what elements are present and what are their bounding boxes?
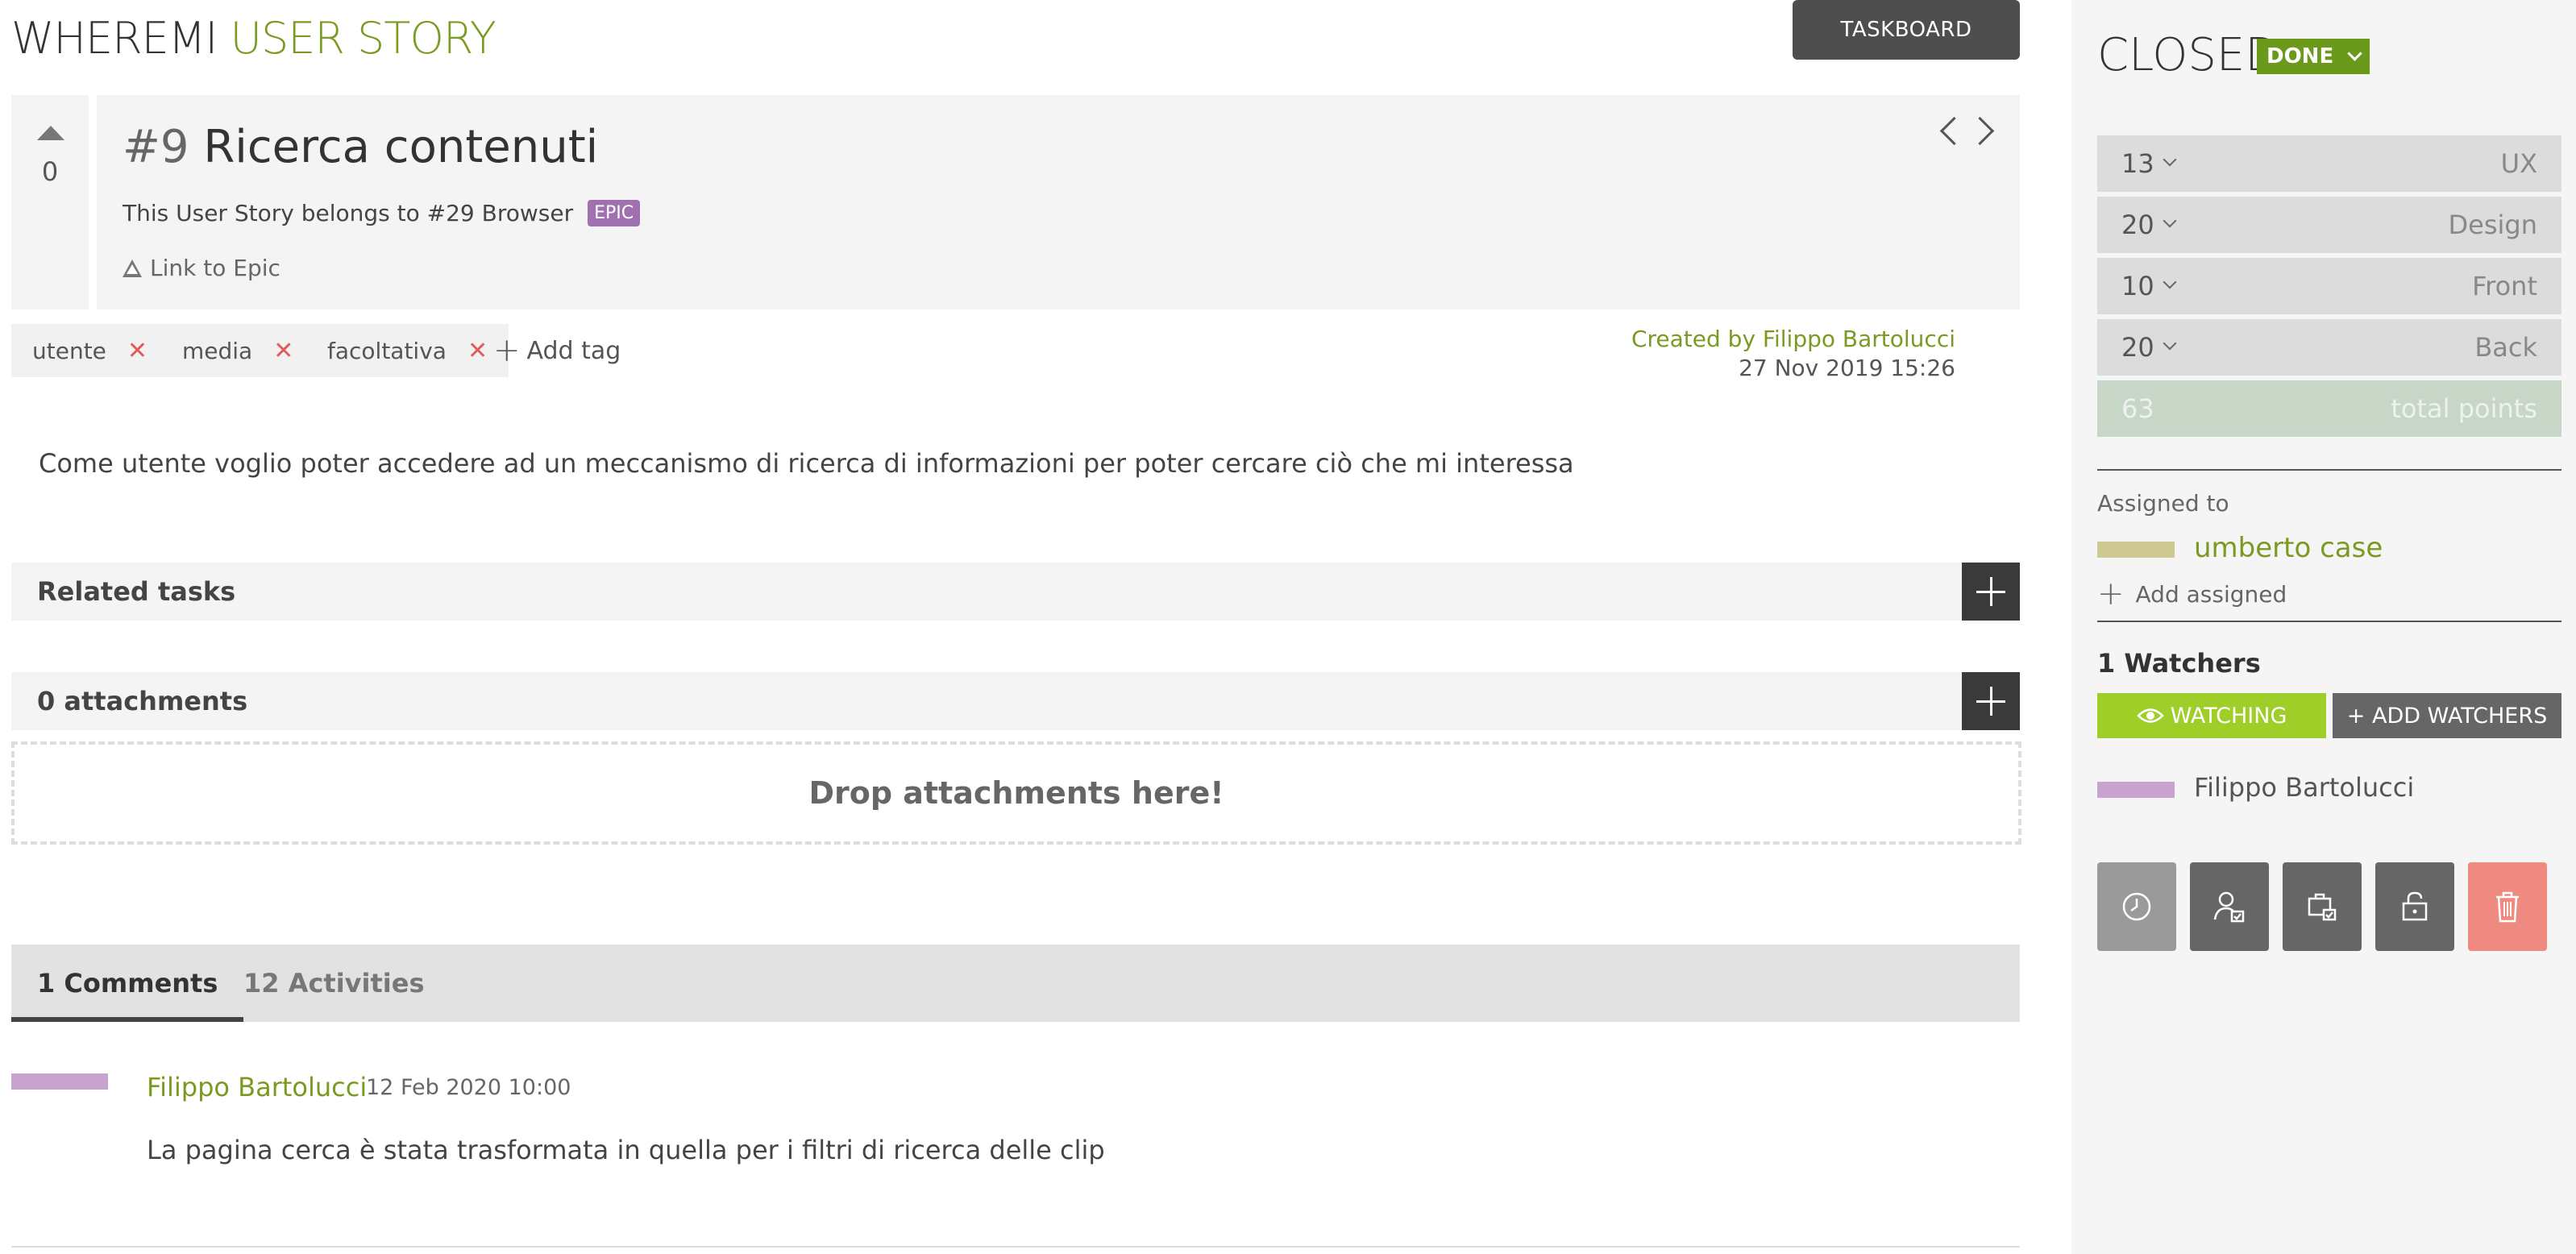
watcher-name: Filippo Bartolucci — [2194, 772, 2415, 803]
story-ref: #9 — [123, 121, 189, 173]
chevron-down-icon — [2347, 45, 2362, 61]
story-title-text[interactable]: Ricerca contenuti — [203, 121, 598, 173]
related-tasks-section: Related tasks — [11, 563, 2020, 621]
points-row-back[interactable]: 20 Back — [2097, 319, 2561, 376]
tab-activities[interactable]: 12 Activities — [218, 945, 451, 1022]
next-story-icon[interactable] — [1965, 116, 1995, 146]
comment-date: 12 Feb 2020 10:00 — [366, 1075, 571, 1100]
story-description[interactable]: Come utente voglio poter accedere ad un … — [39, 448, 1574, 479]
assigned-user[interactable]: umberto case — [2194, 532, 2383, 564]
total-points-value: 63 — [2121, 393, 2154, 424]
assigned-label: Assigned to — [2097, 490, 2229, 517]
points-row-ux[interactable]: 13 UX — [2097, 135, 2561, 192]
points-value: 10 — [2121, 271, 2154, 301]
status-dropdown[interactable]: DONE — [2257, 39, 2370, 74]
divider — [2097, 469, 2561, 471]
team-requirement-button[interactable] — [2283, 862, 2362, 951]
tag-chip: utente ✕ — [11, 324, 169, 377]
vote-count: 0 — [41, 156, 59, 187]
eye-icon — [2136, 708, 2164, 723]
remove-tag-icon[interactable]: ✕ — [273, 337, 293, 365]
page-title: WHEREMI USER STORY — [11, 13, 497, 64]
divider — [2097, 621, 2561, 622]
related-tasks-title: Related tasks — [37, 576, 236, 607]
created-date: 27 Nov 2019 15:26 — [1739, 355, 1955, 381]
remove-tag-icon[interactable]: ✕ — [467, 337, 488, 365]
created-by: Created by Filippo Bartolucci — [1631, 326, 1955, 352]
link-to-epic-label[interactable]: Link to Epic — [150, 255, 280, 281]
clock-icon — [2122, 892, 2151, 921]
divider — [11, 1246, 2020, 1248]
points-value: 20 — [2121, 332, 2154, 363]
add-assigned-label: Add assigned — [2135, 580, 2287, 608]
add-assigned-button[interactable]: + Add assigned — [2097, 575, 2287, 612]
epic-badge: EPIC — [588, 200, 641, 226]
chevron-down-icon — [2163, 214, 2177, 228]
link-to-epic[interactable]: Link to Epic — [123, 255, 280, 281]
status-value: DONE — [2266, 44, 2334, 69]
chevron-down-icon — [2163, 152, 2177, 167]
delete-button[interactable] — [2468, 862, 2547, 951]
tag-label: utente — [32, 337, 106, 364]
points-value: 13 — [2121, 148, 2154, 179]
trash-icon — [2496, 891, 2519, 923]
chevron-down-icon — [2163, 336, 2177, 351]
attachments-title: 0 attachments — [37, 686, 248, 716]
previous-story-icon[interactable] — [1939, 116, 1969, 146]
points-role: Design — [2448, 210, 2537, 240]
taskboard-button[interactable]: TASKBOARD — [1793, 0, 2020, 60]
attachments-section: 0 attachments — [11, 672, 2020, 730]
add-attachment-button[interactable] — [1962, 672, 2020, 730]
watching-label: WATCHING — [2170, 703, 2287, 729]
add-watchers-button[interactable]: + ADD WATCHERS — [2333, 693, 2561, 738]
avatar — [11, 1073, 108, 1090]
lock-icon — [2402, 891, 2428, 921]
points-role: UX — [2500, 148, 2537, 179]
watching-button[interactable]: WATCHING — [2097, 693, 2326, 738]
attachment-dropzone[interactable]: Drop attachments here! — [11, 741, 2021, 845]
tab-comments[interactable]: 1 Comments — [11, 945, 244, 1022]
avatar — [2097, 542, 2175, 558]
points-value: 20 — [2121, 210, 2154, 240]
user-check-icon — [2213, 891, 2245, 923]
epic-icon — [123, 259, 142, 277]
points-role: Back — [2474, 332, 2537, 363]
project-name: WHEREMI — [11, 13, 218, 64]
history-button[interactable] — [2097, 862, 2176, 951]
avatar — [2097, 782, 2175, 798]
block-button[interactable] — [2375, 862, 2454, 951]
briefcase-check-icon — [2308, 893, 2337, 921]
add-tag-label: Add tag — [526, 336, 621, 365]
remove-tag-icon[interactable]: ✕ — [127, 337, 147, 365]
upvote-arrow-icon[interactable] — [37, 126, 64, 140]
tag-label: media — [182, 337, 253, 364]
story-title: #9 Ricerca contenuti — [123, 121, 598, 173]
tag-chip: media ✕ — [161, 324, 315, 377]
tag-chip: facoltativa ✕ — [306, 324, 509, 377]
story-navigation — [1934, 116, 1999, 156]
tag-label: facoltativa — [327, 337, 447, 364]
upvote-box[interactable]: 0 — [11, 95, 89, 309]
chevron-down-icon — [2163, 275, 2177, 289]
plus-icon: + — [493, 332, 521, 369]
add-tag-button[interactable]: + Add tag — [493, 332, 621, 369]
comment-author[interactable]: Filippo Bartolucci — [147, 1072, 367, 1102]
points-role: Front — [2472, 271, 2537, 301]
epic-relation-text[interactable]: This User Story belongs to #29 Browser — [123, 200, 573, 226]
watchers-title: 1 Watchers — [2097, 648, 2261, 679]
status-title: CLOSED — [2097, 29, 2280, 81]
section-name: USER STORY — [230, 13, 496, 64]
activity-tabs: 1 Comments 12 Activities — [11, 945, 2020, 1022]
assign-to-me-button[interactable] — [2190, 862, 2269, 951]
comment-text: La pagina cerca è stata trasformata in q… — [147, 1135, 1105, 1165]
total-points-label: total points — [2391, 393, 2537, 424]
plus-icon: + — [2097, 575, 2125, 612]
points-row-front[interactable]: 10 Front — [2097, 258, 2561, 314]
points-total: 63 total points — [2097, 380, 2561, 437]
add-task-button[interactable] — [1962, 563, 2020, 621]
epic-relation: This User Story belongs to #29 Browser E… — [123, 200, 641, 226]
points-row-design[interactable]: 20 Design — [2097, 197, 2561, 253]
